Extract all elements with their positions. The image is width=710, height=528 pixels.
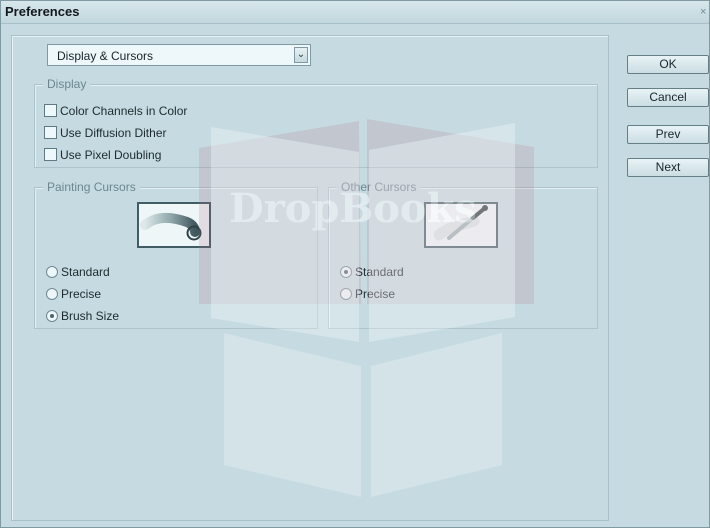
title-bar[interactable]: Preferences × (1, 1, 709, 24)
color-channels-checkbox-row[interactable]: Color Channels in Color (44, 102, 187, 119)
other-cursors-group: Other Cursors Standard Precise (328, 180, 598, 329)
other-cursors-title: Other Cursors (337, 180, 421, 194)
pixel-doubling-checkbox-row[interactable]: Use Pixel Doubling (44, 146, 161, 163)
ok-button[interactable]: OK (627, 55, 709, 74)
eyedropper-cursor-preview-icon (433, 205, 488, 241)
pixel-doubling-checkbox[interactable] (44, 148, 57, 161)
display-group: Display Color Channels in Color Use Diff… (34, 77, 598, 168)
other-precise-radio-row[interactable]: Precise (340, 285, 395, 303)
other-standard-radio-row[interactable]: Standard (340, 263, 404, 281)
close-icon[interactable]: × (700, 6, 708, 18)
other-standard-label: Standard (355, 265, 404, 279)
painting-precise-radio[interactable] (46, 288, 58, 300)
painting-cursors-title: Painting Cursors (43, 180, 140, 194)
painting-cursors-group: Painting Cursors Standard Precise Brush … (34, 180, 318, 329)
preferences-panel: Display & Cursors ⌄ Display Color Channe… (11, 35, 609, 521)
brush-cursor-preview-icon (140, 212, 202, 241)
painting-standard-radio-row[interactable]: Standard (46, 263, 110, 281)
next-button[interactable]: Next (627, 158, 709, 177)
other-precise-label: Precise (355, 287, 396, 301)
color-channels-label: Color Channels in Color (60, 103, 188, 118)
painting-brush-size-label: Brush Size (61, 309, 120, 323)
painting-precise-radio-row[interactable]: Precise (46, 285, 101, 303)
other-standard-radio[interactable] (340, 266, 352, 278)
other-precise-radio[interactable] (340, 288, 352, 300)
chevron-down-icon[interactable]: ⌄ (294, 47, 308, 63)
dropdown-selected-value: Display & Cursors (57, 49, 154, 63)
prev-button[interactable]: Prev (627, 125, 709, 144)
preferences-section-dropdown[interactable]: Display & Cursors ⌄ (47, 44, 311, 66)
diffusion-dither-checkbox[interactable] (44, 126, 57, 139)
window-title: Preferences (5, 4, 80, 19)
painting-standard-label: Standard (61, 265, 110, 279)
painting-brush-size-radio-row[interactable]: Brush Size (46, 307, 119, 325)
preferences-window: Preferences × Display & Cursors ⌄ Displa… (0, 0, 710, 528)
diffusion-dither-label: Use Diffusion Dither (60, 125, 167, 140)
painting-precise-label: Precise (61, 287, 102, 301)
diffusion-dither-checkbox-row[interactable]: Use Diffusion Dither (44, 124, 167, 141)
painting-standard-radio[interactable] (46, 266, 58, 278)
cancel-button[interactable]: Cancel (627, 88, 709, 107)
display-group-title: Display (43, 77, 91, 91)
pixel-doubling-label: Use Pixel Doubling (60, 147, 162, 162)
painting-brush-size-radio[interactable] (46, 310, 58, 322)
other-cursor-preview (424, 202, 498, 248)
painting-cursor-preview (137, 202, 211, 248)
color-channels-checkbox[interactable] (44, 104, 57, 117)
